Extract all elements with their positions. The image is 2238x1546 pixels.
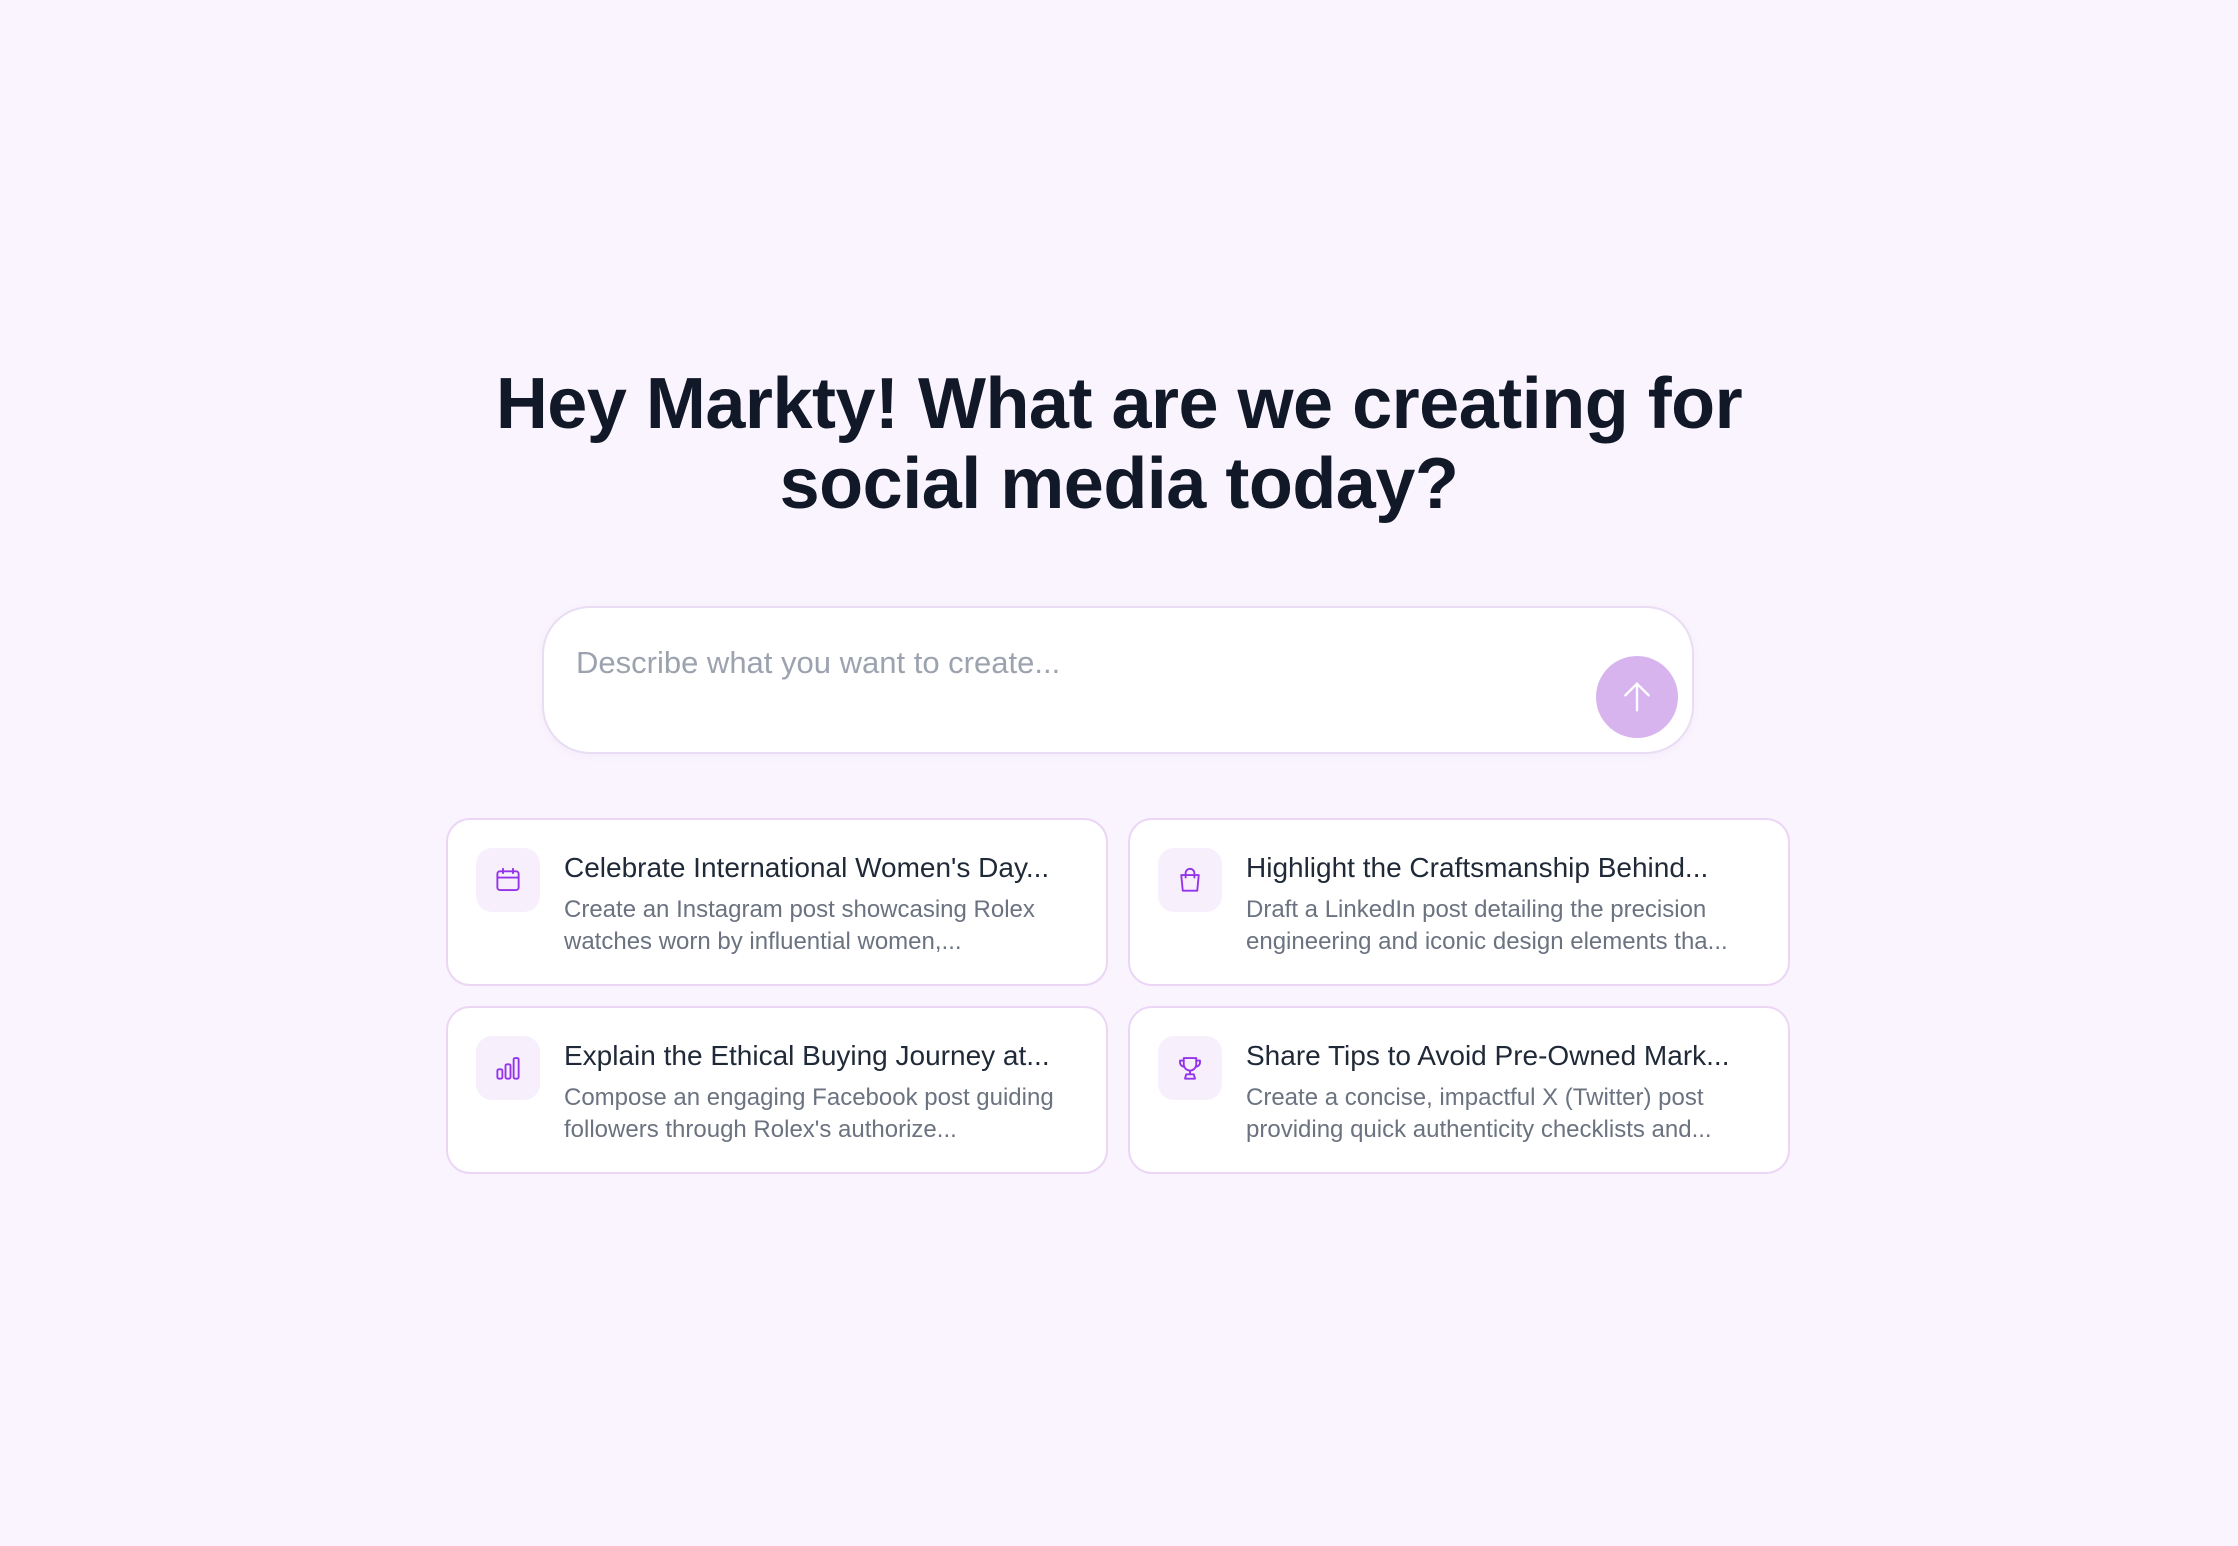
shopping-bag-icon (1158, 848, 1222, 912)
calendar-icon (476, 848, 540, 912)
suggestion-description: Compose an engaging Facebook post guidin… (564, 1084, 1054, 1143)
suggestion-card[interactable]: Share Tips to Avoid Pre-Owned Mark... Cr… (1128, 1006, 1790, 1174)
main-content: Hey Markty! What are we creating for soc… (0, 0, 2238, 1546)
bar-chart-icon (476, 1036, 540, 1100)
suggestion-title: Celebrate International Women's Day... (564, 852, 1050, 883)
page-title-line-2: social media today? (779, 444, 1459, 524)
suggestion-card[interactable]: Highlight the Craftsmanship Behind... Dr… (1128, 818, 1790, 986)
suggestion-description: Create a concise, impactful X (Twitter) … (1246, 1084, 1712, 1143)
suggestion-card[interactable]: Explain the Ethical Buying Journey at...… (446, 1006, 1108, 1174)
suggestion-title: Highlight the Craftsmanship Behind... (1246, 852, 1709, 883)
page-title-line-1: Hey Markty! What are we creating for (495, 364, 1743, 444)
suggestion-description: Draft a LinkedIn post detailing the prec… (1246, 896, 1728, 955)
page-title: Hey Markty! What are we creating for soc… (0, 364, 2238, 524)
suggestion-card[interactable]: Celebrate International Women's Day... C… (446, 818, 1108, 986)
prompt-input[interactable] (576, 638, 1556, 688)
suggestion-description: Create an Instagram post showcasing Role… (564, 896, 1035, 955)
send-button[interactable] (1596, 656, 1678, 738)
prompt-box (542, 606, 1694, 754)
trophy-icon (1158, 1036, 1222, 1100)
suggestion-title: Explain the Ethical Buying Journey at... (564, 1040, 1050, 1071)
suggestion-title: Share Tips to Avoid Pre-Owned Mark... (1246, 1040, 1730, 1071)
arrow-up-icon (1624, 682, 1650, 712)
